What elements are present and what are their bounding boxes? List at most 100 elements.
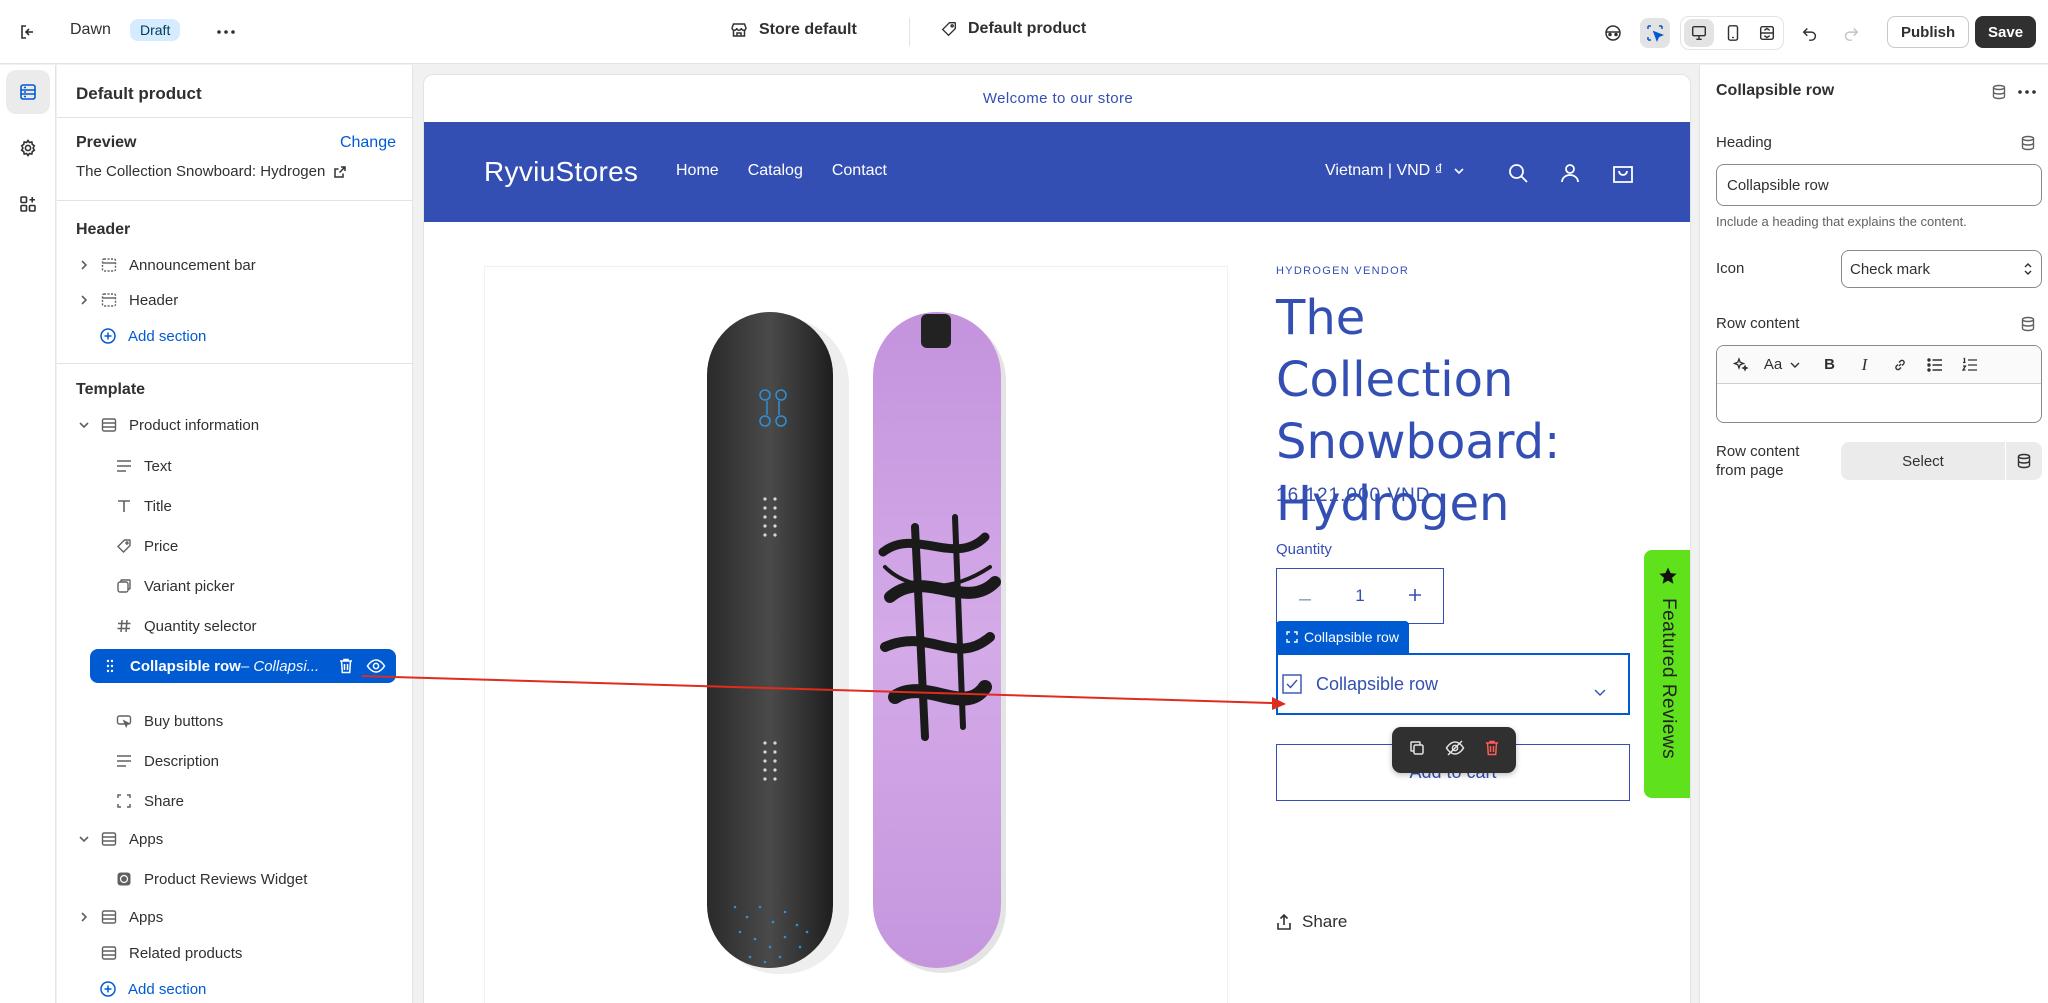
locale-selector[interactable]: Vietnam | VND ₫: [1325, 162, 1465, 180]
account-icon[interactable]: [1555, 158, 1585, 188]
chevron-right-icon[interactable]: [77, 259, 91, 271]
divider: [57, 363, 413, 364]
block-price[interactable]: Price: [114, 533, 178, 559]
selected-block-name: Collapsible row: [130, 657, 241, 675]
block-text[interactable]: Text: [114, 453, 172, 479]
numbered-list-icon[interactable]: [1952, 350, 1987, 380]
hide-eye-icon[interactable]: [1445, 740, 1465, 760]
select-page-button[interactable]: Select: [1841, 442, 2005, 480]
eye-visibility-icon[interactable]: [366, 658, 386, 678]
section-header[interactable]: Header: [77, 287, 178, 313]
redo-icon[interactable]: [1836, 18, 1866, 48]
settings-gear-icon[interactable]: [6, 126, 50, 170]
row-content-from-page-line-1: Row content: [1716, 443, 1800, 460]
chevron-down-icon: [1594, 681, 1606, 702]
store-preview: Welcome to our store RyviuStores Home Ca…: [423, 74, 1691, 1003]
delete-block-icon[interactable]: [338, 657, 354, 679]
nav-catalog[interactable]: Catalog: [748, 162, 803, 180]
text-style-dropdown[interactable]: Aa: [1758, 350, 1806, 380]
page-dynamic-source-button[interactable]: [2006, 442, 2042, 480]
settings-panel: Collapsible row Heading Collapsible row …: [1699, 65, 2048, 1003]
selected-block-tag: Collapsible row: [1276, 621, 1409, 653]
dynamic-source-icon[interactable]: [1990, 83, 2008, 101]
inspector-icon[interactable]: [1640, 18, 1670, 48]
block-label: Share: [144, 792, 185, 810]
product-media[interactable]: [484, 266, 1228, 1003]
nav-contact[interactable]: Contact: [832, 162, 887, 180]
star-icon: [1659, 567, 1677, 584]
link-icon[interactable]: [1882, 350, 1917, 380]
connect-dynamic-source-icon[interactable]: [2019, 315, 2037, 333]
store-selector[interactable]: Store default: [729, 20, 857, 40]
fullscreen-view-icon[interactable]: [1752, 19, 1782, 47]
preview-label: Preview: [76, 134, 137, 151]
publish-button[interactable]: Publish: [1887, 16, 1970, 48]
section-product-information[interactable]: Product information: [77, 412, 259, 438]
icon-select[interactable]: Check mark: [1841, 250, 2042, 288]
minus-icon[interactable]: [1299, 586, 1311, 606]
chevron-down-icon[interactable]: [77, 835, 91, 843]
icon-label: Icon: [1716, 260, 1745, 277]
search-icon[interactable]: [1503, 158, 1533, 188]
italic-icon[interactable]: I: [1847, 350, 1882, 380]
quantity-value[interactable]: 1: [1355, 586, 1364, 606]
template-selector[interactable]: Default product: [940, 20, 1086, 38]
block-collapsible-row-selected[interactable]: Collapsible row – Collapsi...: [90, 649, 396, 683]
announcement-bar[interactable]: Welcome to our store: [424, 75, 1690, 121]
share-button[interactable]: Share: [1276, 912, 1347, 932]
block-product-reviews-widget[interactable]: Product Reviews Widget: [114, 866, 307, 892]
nav-home[interactable]: Home: [676, 162, 719, 180]
block-title[interactable]: Title: [114, 493, 172, 519]
collapsible-row[interactable]: Collapsible row: [1276, 653, 1630, 715]
rte-content-area[interactable]: [1717, 384, 2041, 422]
block-variant-picker[interactable]: Variant picker: [114, 573, 235, 599]
section-icon: [99, 943, 119, 963]
store-logo[interactable]: RyviuStores: [484, 156, 638, 188]
add-section-header[interactable]: Add section: [98, 323, 206, 349]
sections-icon[interactable]: [6, 70, 50, 114]
duplicate-icon[interactable]: [1408, 739, 1426, 761]
more-actions-button[interactable]: [212, 18, 240, 46]
chevron-right-icon[interactable]: [77, 294, 91, 306]
add-section-template[interactable]: Add section: [98, 976, 206, 1002]
drag-handle-icon[interactable]: [90, 659, 130, 673]
cart-icon[interactable]: [1608, 158, 1638, 188]
block-quantity-selector[interactable]: Quantity selector: [114, 613, 257, 639]
plus-circle-icon: [98, 979, 118, 999]
featured-reviews-tab[interactable]: Featured Reviews: [1644, 550, 1690, 798]
more-options-icon[interactable]: [2018, 83, 2036, 101]
delete-icon[interactable]: [1484, 739, 1500, 761]
section-announcement-bar[interactable]: Announcement bar: [77, 252, 256, 278]
exit-icon[interactable]: [14, 18, 42, 46]
apps-icon[interactable]: [6, 182, 50, 226]
bullet-list-icon[interactable]: [1917, 350, 1952, 380]
chevron-right-icon[interactable]: [77, 911, 91, 923]
mobile-view-icon[interactable]: [1718, 19, 1748, 47]
bold-icon[interactable]: B: [1812, 350, 1847, 380]
block-buy-buttons[interactable]: Buy buttons: [114, 708, 223, 734]
locale-label: Vietnam | VND ₫: [1325, 162, 1443, 179]
desktop-view-icon[interactable]: [1684, 19, 1714, 47]
block-floating-toolbar: [1392, 727, 1516, 773]
row-content-from-page-label: Row content from page: [1716, 442, 1799, 480]
connect-dynamic-source-icon[interactable]: [2019, 134, 2037, 152]
chevron-down-icon[interactable]: [77, 421, 91, 429]
save-button[interactable]: Save: [1975, 16, 2037, 48]
ai-sparkle-icon[interactable]: [1723, 350, 1758, 380]
heading-input[interactable]: Collapsible row: [1716, 164, 2042, 206]
ai-assistant-icon[interactable]: [1598, 18, 1628, 48]
plus-icon[interactable]: [1409, 586, 1421, 606]
block-description[interactable]: Description: [114, 748, 219, 774]
change-preview-link[interactable]: Change: [340, 134, 396, 152]
section-apps-2[interactable]: Apps: [77, 904, 163, 930]
section-related-products[interactable]: Related products: [99, 940, 242, 966]
section-label: Apps: [129, 908, 164, 926]
external-link-icon[interactable]: [333, 165, 347, 179]
share-label: Share: [1302, 912, 1348, 931]
frame-icon: [1286, 631, 1298, 643]
chevron-down-icon: [1454, 168, 1464, 175]
text-lines-icon: [114, 751, 134, 771]
undo-icon[interactable]: [1795, 18, 1825, 48]
block-share[interactable]: Share: [114, 788, 184, 814]
section-apps-1[interactable]: Apps: [77, 826, 163, 852]
